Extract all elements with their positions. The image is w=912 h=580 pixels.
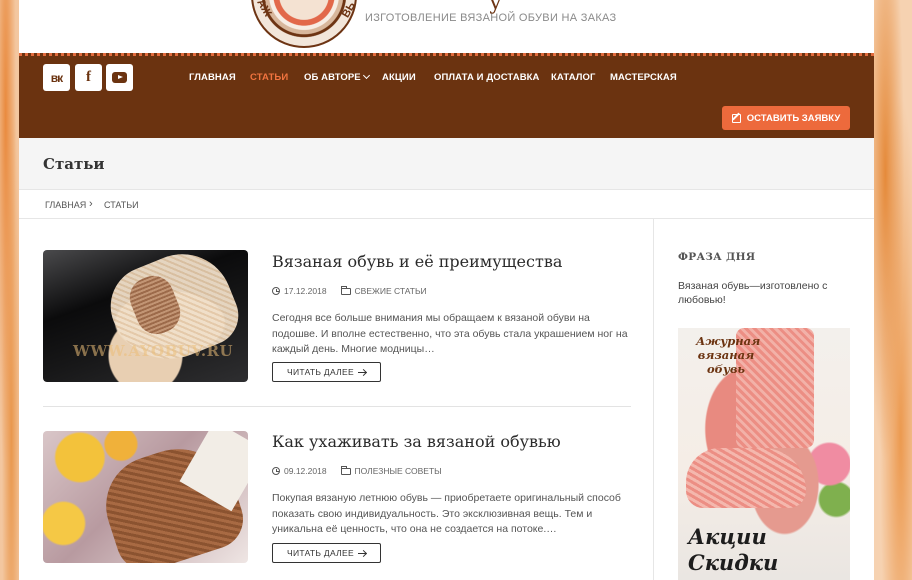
arrow-right-icon [357, 371, 366, 373]
vk-link[interactable]: вк [43, 64, 70, 91]
nav-item-home[interactable]: ГЛАВНАЯ [189, 72, 236, 83]
widget-title: ФРАЗА ДНЯ [678, 251, 756, 263]
vk-icon: вк [50, 70, 63, 85]
header-band: АЖ ВЬ у ИЗГОТОВЛЕНИЕ ВЯЗАНОЙ ОБУВИ НА ЗА… [19, 0, 874, 53]
breadcrumb-home[interactable]: ГЛАВНАЯ [45, 200, 86, 210]
main-navbar: вк f ГЛАВНАЯ СТАТЬИ ОБ АВТОРЕ АКЦИИ ОПЛА… [19, 53, 874, 138]
banner-caption-top: Ажурная вязаная обувь [696, 334, 761, 376]
background-left [0, 0, 19, 580]
folder-icon [340, 465, 351, 475]
nav-item-workshop[interactable]: МАСТЕРСКАЯ [610, 72, 677, 83]
post-divider [43, 406, 631, 407]
breadcrumb-current: СТАТЬИ [104, 200, 139, 210]
post-date: 17.12.2018 [284, 286, 327, 296]
chevron-down-icon [362, 71, 370, 80]
post-thumbnail[interactable] [43, 431, 248, 563]
post-title[interactable]: Вязаная обувь и её преимущества [272, 252, 562, 271]
nav-item-payment-delivery[interactable]: ОПЛАТА И ДОСТАВКА [434, 72, 540, 83]
site-tagline: ИЗГОТОВЛЕНИЕ ВЯЗАНОЙ ОБУВИ НА ЗАКАЗ [365, 12, 617, 24]
nav-item-promotions[interactable]: АКЦИИ [382, 72, 416, 83]
post-title[interactable]: Как ухаживать за вязаной обувью [272, 432, 561, 451]
promo-banner[interactable]: Ажурная вязаная обувь Акции Скидки [678, 328, 850, 580]
edit-icon [731, 113, 741, 123]
leave-request-label: ОСТАВИТЬ ЗАЯВКУ [746, 112, 841, 124]
folder-icon [340, 285, 351, 295]
nav-item-about[interactable]: ОБ АВТОРЕ [304, 71, 370, 83]
read-more-label: ЧИТАТЬ ДАЛЕЕ [287, 367, 354, 377]
facebook-icon: f [86, 69, 91, 85]
nav-item-catalog[interactable]: КАТАЛОГ [551, 72, 596, 83]
clock-icon [272, 287, 280, 295]
nav-item-about-label: ОБ АВТОРЕ [304, 72, 361, 83]
read-more-label: ЧИТАТЬ ДАЛЕЕ [287, 548, 354, 558]
clock-icon [272, 467, 280, 475]
nav-item-articles[interactable]: СТАТЬИ [250, 72, 288, 83]
post-date: 09.12.2018 [284, 466, 327, 476]
page-title-bar: Статьи [19, 138, 874, 190]
sidebar-divider [653, 219, 654, 580]
background-right [874, 0, 912, 580]
breadcrumb-separator: › [89, 198, 93, 210]
page-title: Статьи [43, 155, 105, 173]
post-category[interactable]: СВЕЖИЕ СТАТЬИ [355, 286, 427, 296]
read-more-button[interactable]: ЧИТАТЬ ДАЛЕЕ [272, 543, 381, 563]
post-meta: 17.12.2018 СВЕЖИЕ СТАТЬИ [272, 285, 427, 296]
youtube-link[interactable] [106, 64, 133, 91]
facebook-link[interactable]: f [75, 64, 102, 91]
leave-request-button[interactable]: ОСТАВИТЬ ЗАЯВКУ [722, 106, 850, 130]
youtube-icon [112, 72, 127, 83]
phrase-of-day: Вязаная обувь—изготовлено с любовью! [678, 280, 828, 306]
read-more-button[interactable]: ЧИТАТЬ ДАЛЕЕ [272, 362, 381, 382]
banner-caption-bottom: Акции Скидки [688, 524, 779, 575]
page-container: АЖ ВЬ у ИЗГОТОВЛЕНИЕ ВЯЗАНОЙ ОБУВИ НА ЗА… [19, 0, 874, 580]
post-category[interactable]: ПОЛЕЗНЫЕ СОВЕТЫ [355, 466, 442, 476]
post-excerpt: Сегодня все больше внимания мы обращаем … [272, 312, 628, 355]
breadcrumb: ГЛАВНАЯ › СТАТЬИ [19, 190, 874, 219]
post-thumbnail[interactable]: WWW.AYOBUV.RU [43, 250, 248, 382]
image-watermark: WWW.AYOBUV.RU [73, 342, 234, 360]
post-excerpt: Покупая вязаную летнюю обувь — приобрета… [272, 492, 621, 535]
arrow-right-icon [357, 552, 366, 554]
post-meta: 09.12.2018 ПОЛЕЗНЫЕ СОВЕТЫ [272, 465, 442, 476]
